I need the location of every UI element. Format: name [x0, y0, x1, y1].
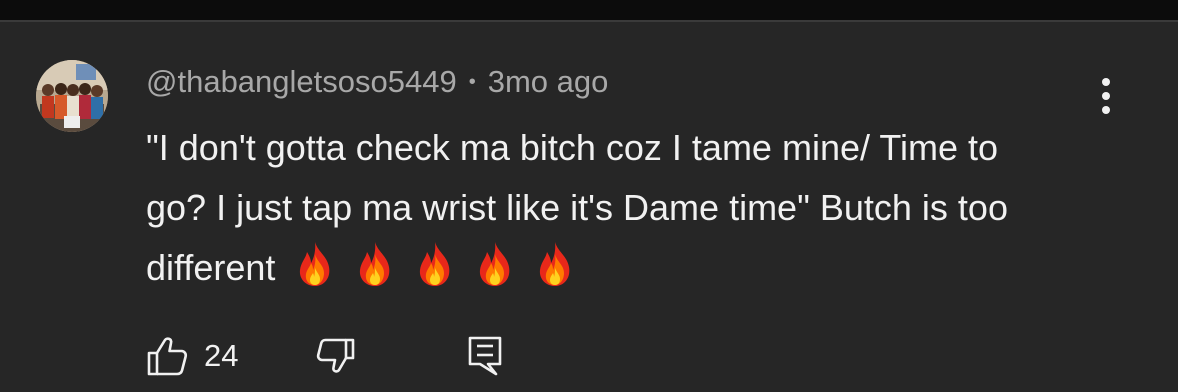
like-button[interactable]: 24 [146, 334, 238, 378]
fire-emoji [540, 242, 570, 286]
dislike-button[interactable] [316, 334, 356, 378]
thumbs-up-icon [147, 337, 188, 376]
timestamp[interactable]: 3mo ago [488, 64, 609, 100]
comment-text-block: "I don't gotta check ma bitch coz I tame… [146, 118, 1046, 298]
comment-header: @thabangletsoso5449 • 3mo ago [146, 60, 608, 104]
username[interactable]: @thabangletsoso5449 [146, 64, 457, 100]
more-vertical-icon [1102, 78, 1110, 86]
fire-emoji [420, 242, 450, 286]
avatar[interactable] [36, 60, 108, 132]
comment-item: @thabangletsoso5449 • 3mo ago "I don't g… [0, 22, 1178, 392]
more-options-button[interactable] [1084, 72, 1128, 120]
more-vertical-icon-dot [1102, 92, 1110, 100]
thumbs-down-icon [316, 338, 355, 373]
top-bar [0, 0, 1178, 20]
fire-emoji [360, 242, 390, 286]
reply-icon [468, 336, 502, 376]
like-count: 24 [204, 338, 239, 373]
fire-emoji [300, 242, 330, 286]
separator-dot: • [468, 71, 476, 93]
reply-button[interactable] [468, 334, 502, 378]
comment-actions: 24 [146, 334, 546, 378]
fire-emoji [480, 242, 510, 286]
emoji-row [291, 240, 579, 288]
more-vertical-icon-dot [1102, 106, 1110, 114]
